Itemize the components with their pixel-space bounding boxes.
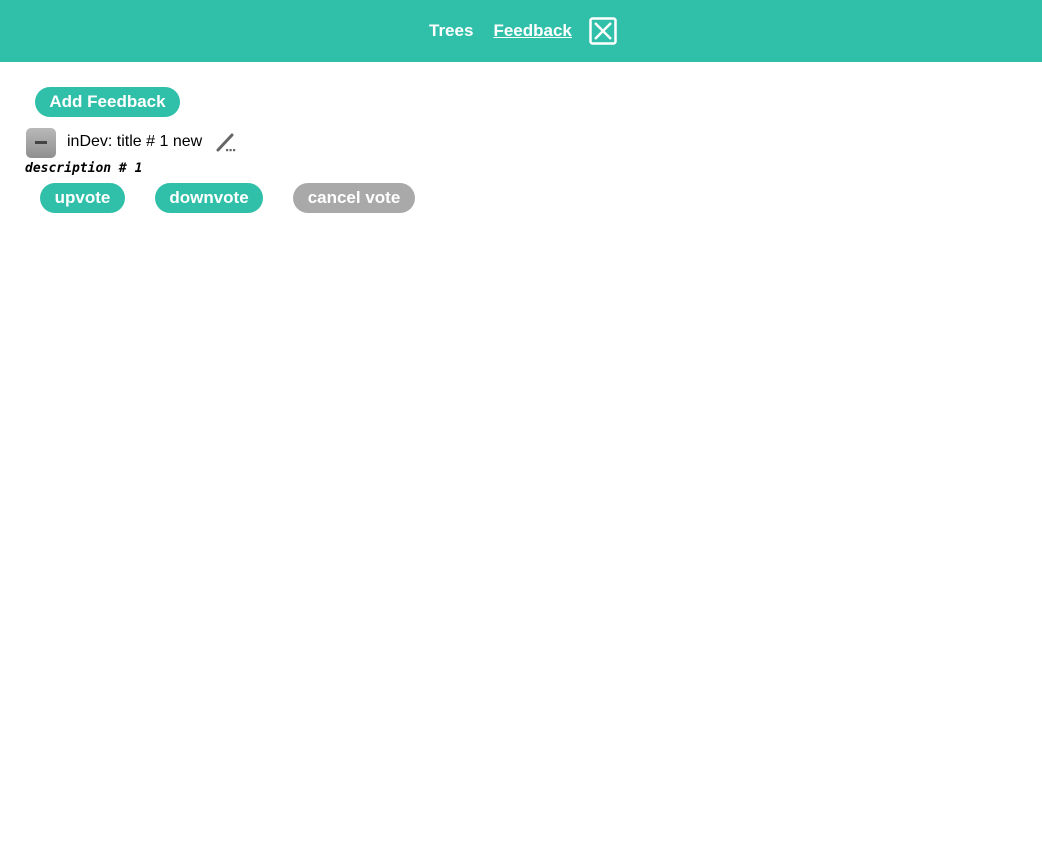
edit-pencil-icon[interactable] — [214, 131, 238, 155]
nav-trees-link[interactable]: Trees — [429, 21, 473, 41]
minus-icon — [35, 141, 47, 144]
top-nav-bar: Trees Feedback — [0, 0, 1042, 62]
nav-links: Trees Feedback — [429, 0, 617, 62]
downvote-button[interactable]: downvote — [155, 183, 263, 213]
close-box-icon[interactable] — [589, 17, 617, 45]
feedback-item-description: description # 1 — [25, 161, 143, 176]
collapse-button[interactable] — [26, 128, 56, 158]
cancel-vote-button[interactable]: cancel vote — [293, 183, 415, 213]
upvote-button[interactable]: upvote — [40, 183, 125, 213]
add-feedback-button[interactable]: Add Feedback — [35, 87, 180, 117]
nav-feedback-link[interactable]: Feedback — [493, 21, 571, 41]
feedback-item-title: inDev: title # 1 new — [67, 133, 203, 150]
